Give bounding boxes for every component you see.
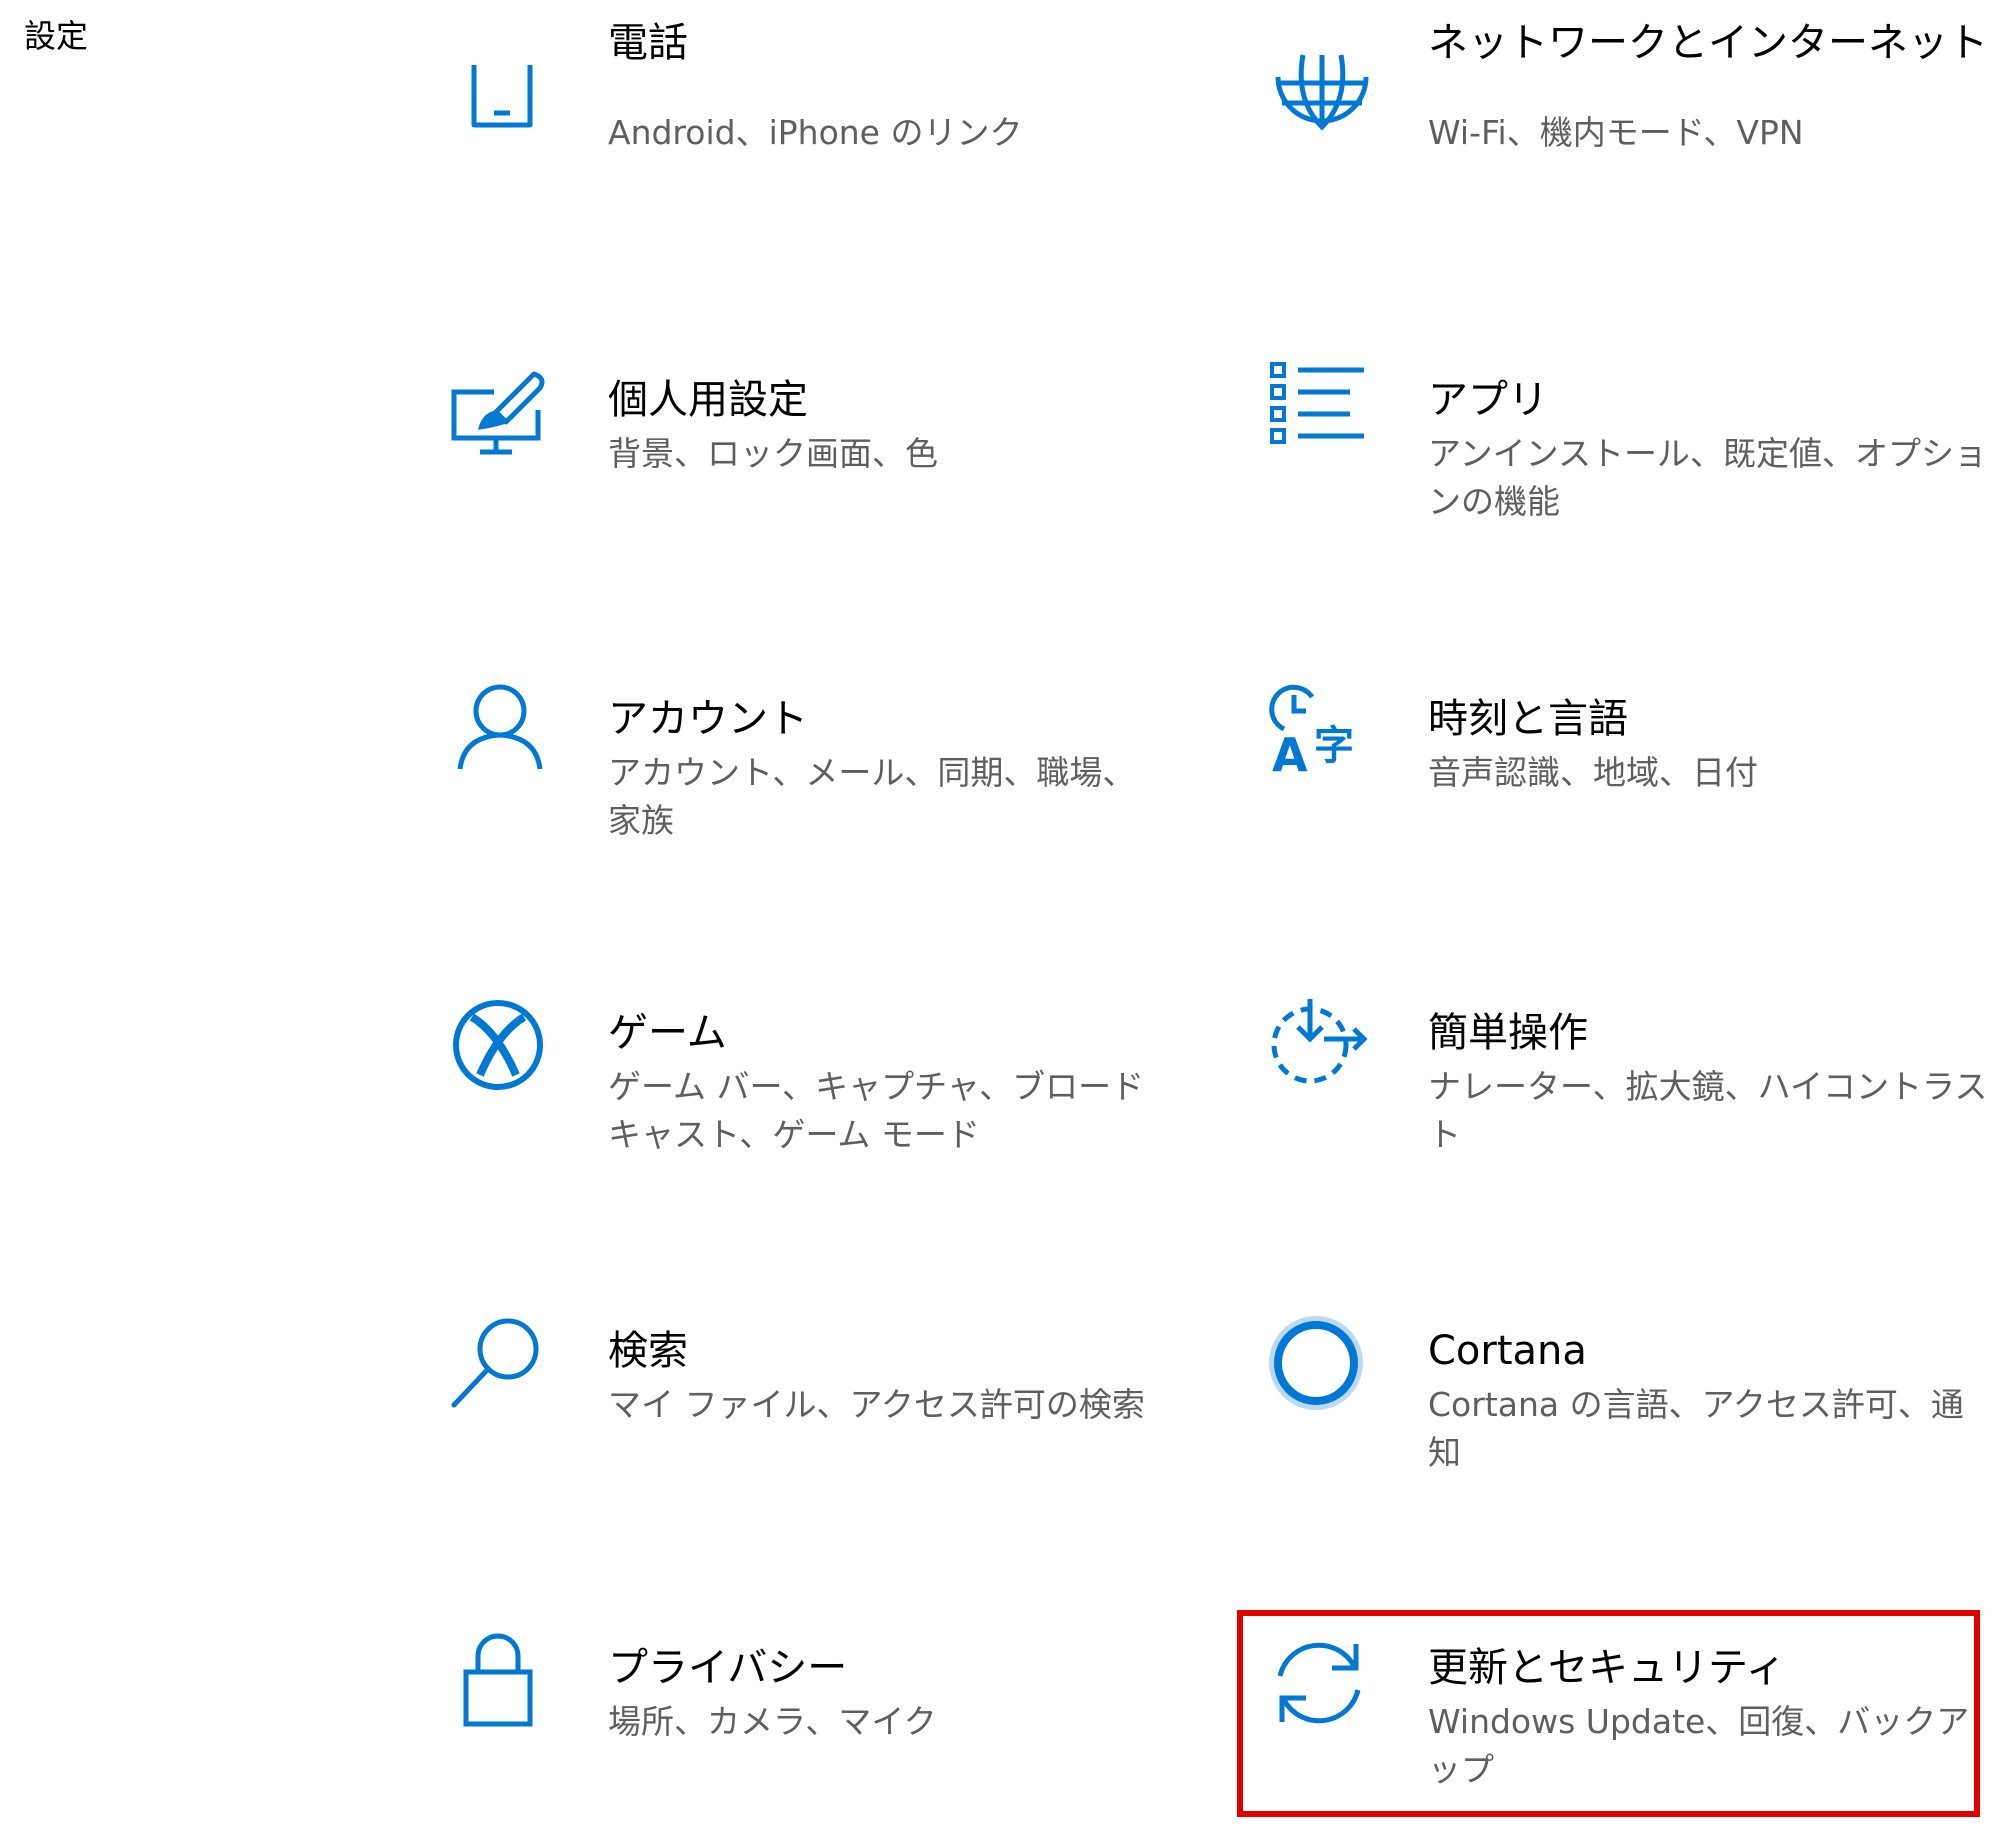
tile-title: Cortana xyxy=(1428,1328,1587,1374)
tile-title: 時刻と言語 xyxy=(1428,696,1628,742)
tile-title: 検索 xyxy=(608,1328,688,1374)
apps-list-icon xyxy=(1270,362,1374,474)
tile-title: アカウント xyxy=(608,696,808,742)
svg-text:字: 字 xyxy=(1314,723,1354,769)
phone-icon xyxy=(450,65,554,179)
tile-description: Cortana の言語、アクセス許可、通知 xyxy=(1428,1385,1964,1472)
tile-description: アンインストール、既定値、オプションの機能 xyxy=(1428,434,1988,521)
tile-title: 個人用設定 xyxy=(608,377,808,423)
tile-title: 電話 xyxy=(608,20,688,66)
tile-description: Windows Update、回復、バックアップ xyxy=(1428,1702,1970,1789)
sync-icon xyxy=(1270,1638,1374,1742)
search-icon xyxy=(450,1318,554,1425)
cortana-icon xyxy=(1269,1316,1374,1425)
tile-title: 更新とセキュリティ xyxy=(1428,1645,1786,1691)
tile-description: 音声認識、地域、日付 xyxy=(1428,753,1758,792)
tile-description: 背景、ロック画面、色 xyxy=(608,434,938,473)
window-title: 設定 xyxy=(24,17,89,55)
tile-description: ゲーム バー、キャプチャ、ブロードキャスト、ゲーム モード xyxy=(608,1067,1145,1154)
tile-title: 簡単操作 xyxy=(1428,1010,1588,1056)
tile-description: アカウント、メール、同期、職場、家族 xyxy=(608,753,1136,840)
tile-description: Wi-Fi、機内モード、VPN xyxy=(1428,113,1804,152)
svg-text:A: A xyxy=(1272,728,1308,782)
tile-description: 場所、カメラ、マイク xyxy=(608,1702,937,1741)
tile-title: アプリ xyxy=(1428,377,1548,423)
person-icon xyxy=(450,684,554,793)
personalization-icon xyxy=(450,370,554,474)
tile-description: マイ ファイル、アクセス許可の検索 xyxy=(608,1385,1145,1424)
tile-description: Android、iPhone のリンク xyxy=(608,113,1023,152)
ease-of-access-icon xyxy=(1270,999,1374,1107)
xbox-icon xyxy=(450,1000,554,1107)
time-language-icon: A 字 xyxy=(1269,684,1374,793)
globe-icon xyxy=(1270,54,1374,179)
tile-title: プライバシー xyxy=(608,1645,848,1691)
tile-title: ゲーム xyxy=(608,1010,727,1056)
tile-title: ネットワークとインターネット xyxy=(1428,20,1988,66)
lock-icon xyxy=(450,1633,554,1742)
tile-description: ナレーター、拡大鏡、ハイコントラスト xyxy=(1428,1067,1988,1154)
